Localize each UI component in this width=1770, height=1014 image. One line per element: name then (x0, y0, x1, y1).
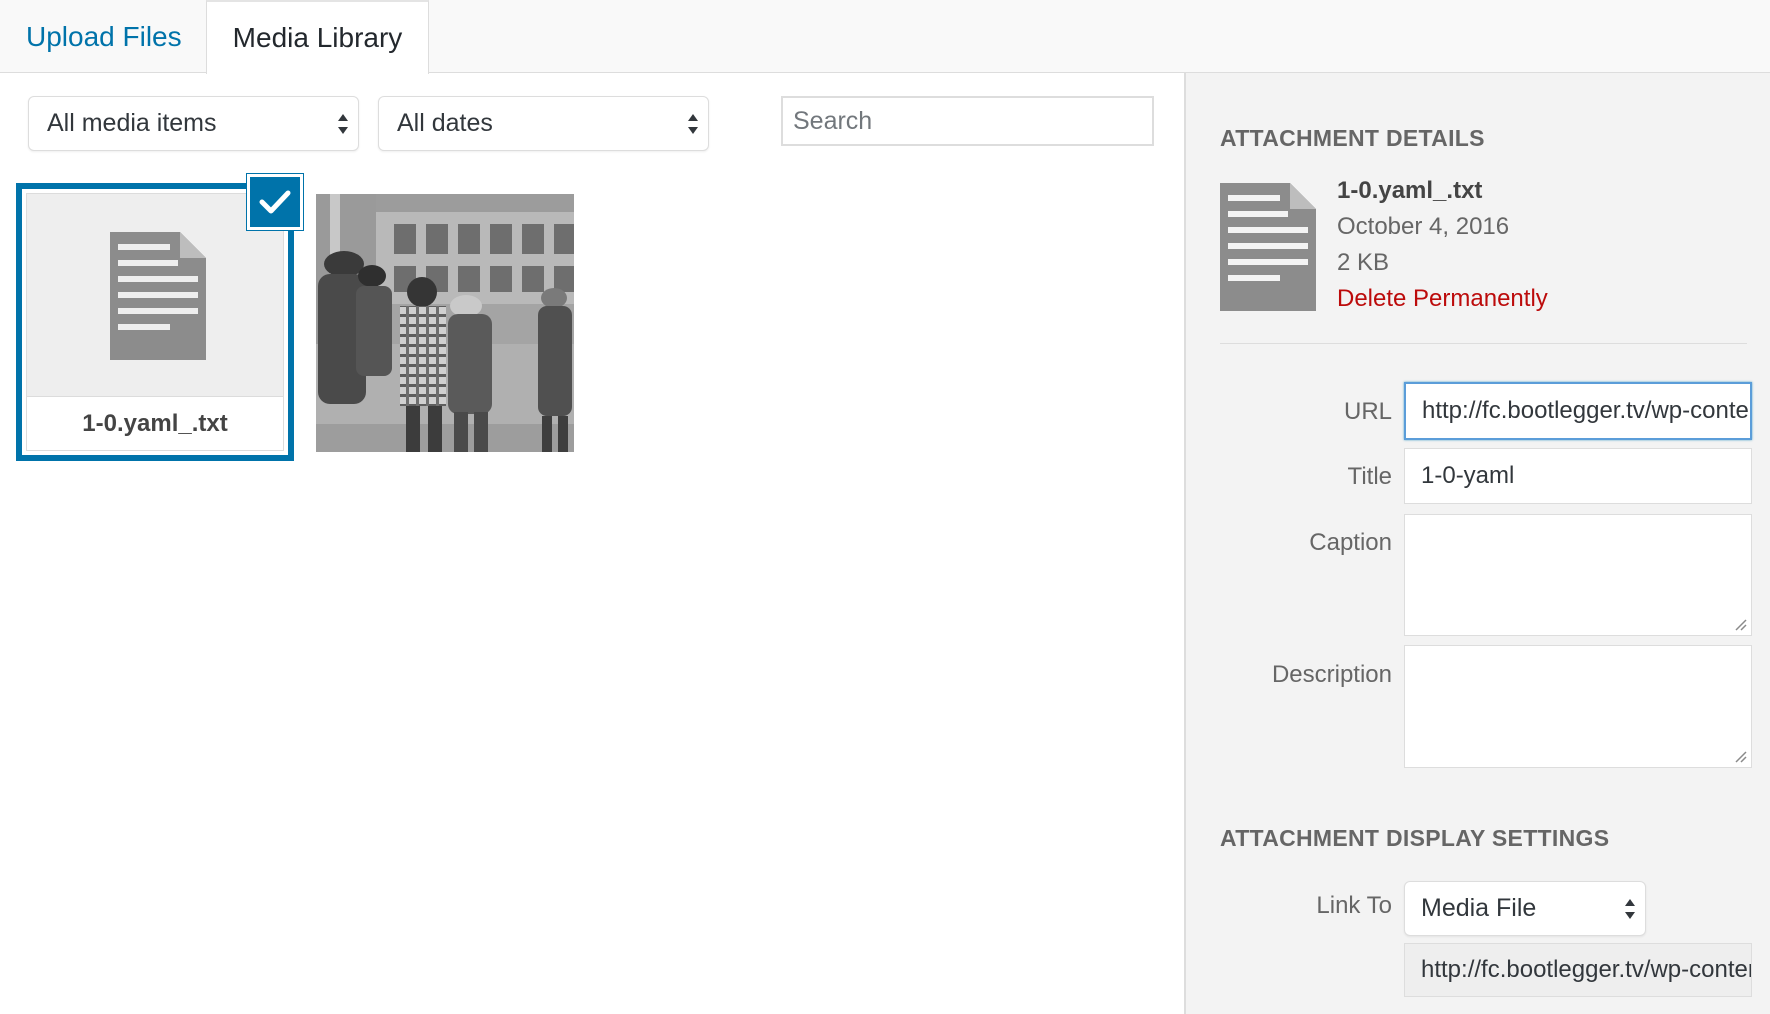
link-to-value: Media File (1421, 894, 1537, 922)
link-to-label: Link To (1316, 892, 1392, 919)
thumbnail-preview: 1-0.yaml_.txt (26, 193, 284, 451)
title-label: Title (1347, 463, 1392, 490)
resize-handle-icon[interactable] (1733, 749, 1747, 763)
select-arrows-icon (1625, 898, 1635, 919)
attachment-filename: 1-0.yaml_.txt (27, 396, 283, 450)
detail-file-size: 2 KB (1337, 249, 1390, 276)
attachment-details-sidebar: Attachment Details 1-0.yaml_.txt October… (1184, 73, 1770, 1014)
link-to-select[interactable]: Media File (1404, 881, 1646, 936)
media-tabs: Upload Files Media Library (0, 0, 1770, 74)
description-textarea[interactable] (1404, 645, 1752, 768)
selected-checkmark-button[interactable] (247, 174, 303, 230)
date-filter-value: All dates (397, 109, 493, 137)
tab-media-library[interactable]: Media Library (206, 0, 429, 74)
tab-upload-files[interactable]: Upload Files (26, 0, 182, 73)
media-type-filter-value: All media items (47, 109, 217, 137)
url-label: URL (1343, 398, 1392, 425)
caption-textarea[interactable] (1404, 514, 1752, 636)
attachment-thumbnail-photo[interactable] (316, 194, 574, 452)
title-field[interactable]: 1-0-yaml (1404, 448, 1752, 504)
caption-label: Caption (1309, 529, 1392, 556)
details-divider (1220, 343, 1747, 344)
document-icon (1220, 183, 1316, 311)
select-arrows-icon (688, 113, 698, 134)
delete-permanently-link[interactable]: Delete Permanently (1337, 285, 1548, 313)
checkmark-icon (259, 190, 291, 214)
attachment-details-heading: Attachment Details (1220, 125, 1485, 151)
date-filter[interactable]: All dates (378, 96, 709, 151)
link-url-field[interactable]: http://fc.bootlegger.tv/wp-content/uploa… (1404, 943, 1752, 997)
detail-upload-date: October 4, 2016 (1337, 213, 1510, 240)
media-type-filter[interactable]: All media items (28, 96, 359, 151)
select-arrows-icon (338, 113, 348, 134)
display-settings-heading: Attachment Display Settings (1220, 825, 1610, 851)
detail-filename: 1-0.yaml_.txt (1337, 177, 1483, 204)
description-label: Description (1271, 661, 1392, 688)
photo-image (316, 194, 574, 452)
search-input[interactable] (781, 96, 1154, 146)
resize-handle-icon[interactable] (1733, 617, 1747, 631)
document-icon (110, 232, 206, 360)
url-field[interactable]: http://fc.bootlegger.tv/wp-content/uploa… (1404, 382, 1752, 440)
